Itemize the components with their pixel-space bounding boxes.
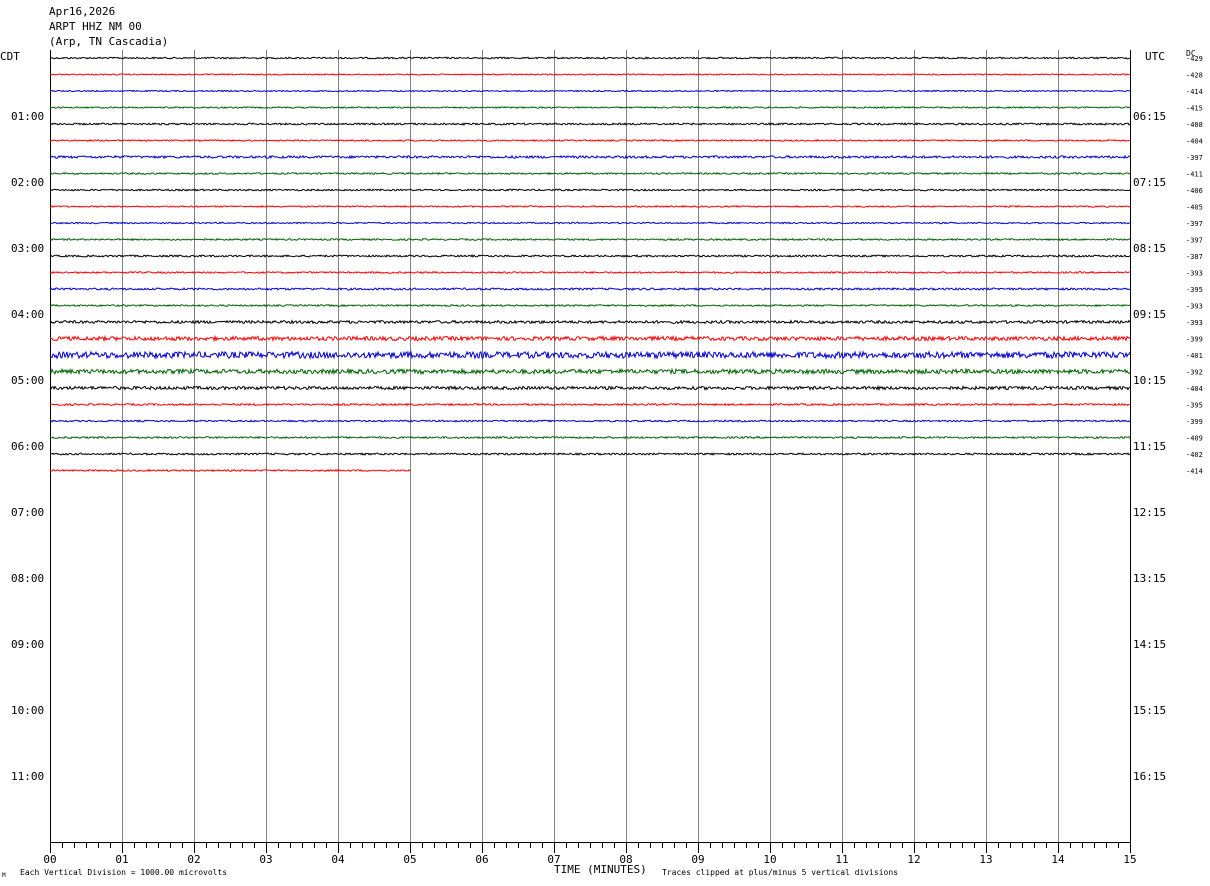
dc-offset-label: -402 [1186, 451, 1203, 459]
seismic-trace [50, 221, 1131, 225]
dc-offset-label: -392 [1186, 369, 1203, 377]
left-hour-label: 07:00 [11, 506, 44, 519]
seismic-trace [49, 419, 1131, 423]
dc-offset-label: -404 [1186, 385, 1203, 393]
dc-offset-label: -405 [1186, 204, 1203, 212]
seismic-trace [49, 254, 1131, 258]
seismogram-plot: 00 01 02 03 04 05 06 07 08 09 10 11 12 13 14 1501:0002:… [11, 50, 1203, 866]
dc-offset-label: -409 [1186, 435, 1203, 443]
left-hour-label: 02:00 [11, 176, 44, 189]
x-tick-label: 00 [43, 853, 56, 866]
right-hour-label: 15:15 [1133, 704, 1166, 717]
left-hour-label: 11:00 [11, 770, 44, 783]
seismic-trace [49, 287, 1131, 292]
dc-offset-label: -397 [1186, 220, 1203, 228]
left-hour-label: 08:00 [11, 572, 44, 585]
x-tick-label: 03 [259, 853, 272, 866]
dc-offset-label: -397 [1186, 154, 1203, 162]
seismic-trace [49, 106, 1131, 109]
dc-offset-label: -404 [1186, 138, 1203, 146]
seismic-trace [49, 319, 1131, 325]
x-tick-label: 06 [475, 853, 488, 866]
seismic-trace [49, 334, 1131, 343]
x-tick-label: 13 [979, 853, 992, 866]
dc-offset-label: -395 [1186, 286, 1203, 294]
x-tick-label: 11 [835, 853, 848, 866]
seismic-trace [49, 350, 1131, 360]
right-hour-label: 10:15 [1133, 374, 1166, 387]
scale-note: Each Vertical Division = 1000.00 microvo… [20, 868, 228, 877]
dc-offset-label: -411 [1186, 171, 1203, 179]
right-hour-label: 14:15 [1133, 638, 1166, 651]
seismic-trace [49, 205, 1131, 209]
seismic-trace [49, 237, 1131, 242]
dc-offset-label: -393 [1186, 303, 1203, 311]
seismic-trace [49, 303, 1131, 308]
dc-offset-label: -393 [1186, 319, 1203, 327]
right-hour-label: 11:15 [1133, 440, 1166, 453]
x-tick-label: 10 [763, 853, 776, 866]
dc-offset-label: -406 [1186, 187, 1203, 195]
right-hour-label: 16:15 [1133, 770, 1166, 783]
right-hour-label: 08:15 [1133, 242, 1166, 255]
x-tick-label: 04 [331, 853, 345, 866]
right-hour-label: 06:15 [1133, 110, 1166, 123]
seismic-trace [49, 171, 1131, 176]
seismic-trace [49, 468, 411, 473]
left-hour-label: 09:00 [11, 638, 44, 651]
dc-offset-label: -397 [1186, 237, 1203, 245]
right-hour-label: 07:15 [1133, 176, 1166, 189]
dc-offset-label: -429 [1186, 55, 1203, 63]
seismic-trace [49, 188, 1131, 192]
seismic-trace [49, 56, 1131, 60]
right-hour-label: 09:15 [1133, 308, 1166, 321]
seismic-trace [49, 270, 1131, 275]
clip-note: Traces clipped at plus/minus 5 vertical … [662, 868, 899, 877]
right-hour-label: 12:15 [1133, 506, 1166, 519]
x-tick-label: 01 [115, 853, 128, 866]
left-hour-label: 04:00 [11, 308, 44, 321]
left-hour-label: 06:00 [11, 440, 44, 453]
x-tick-label: 02 [187, 853, 200, 866]
x-tick-label: 09 [691, 853, 704, 866]
seismic-trace [49, 73, 1131, 76]
x-axis-title: TIME (MINUTES) [554, 863, 647, 876]
left-hour-label: 10:00 [11, 704, 44, 717]
seismic-trace [49, 367, 1131, 376]
dc-offset-label: -393 [1186, 270, 1203, 278]
dc-offset-label: -401 [1186, 352, 1203, 360]
seismic-trace [49, 138, 1131, 142]
left-hour-label: 01:00 [11, 110, 44, 123]
dc-offset-label: -395 [1186, 402, 1203, 410]
seismic-trace [49, 435, 1131, 440]
left-hour-label: 05:00 [11, 374, 44, 387]
corner-mark: M [2, 872, 6, 879]
dc-offset-label: -415 [1186, 105, 1203, 113]
x-tick-label: 15 [1123, 853, 1136, 866]
x-tick-label: 14 [1051, 853, 1065, 866]
seismic-trace [49, 89, 1131, 93]
dc-offset-label: -414 [1186, 468, 1203, 476]
seismic-trace [49, 122, 1131, 126]
seismic-trace [49, 154, 1131, 160]
dc-offset-label: -387 [1186, 253, 1203, 261]
dc-offset-label: -428 [1186, 72, 1203, 80]
dc-offset-label: -408 [1186, 121, 1203, 129]
dc-offset-label: -399 [1186, 418, 1203, 426]
seismic-trace [49, 384, 1131, 392]
dc-offset-label: -399 [1186, 336, 1203, 344]
left-hour-label: 03:00 [11, 242, 44, 255]
x-tick-label: 05 [403, 853, 416, 866]
x-tick-label: 12 [907, 853, 920, 866]
seismic-trace [49, 402, 1131, 407]
dc-offset-label: -414 [1186, 88, 1203, 96]
seismic-trace [49, 452, 1131, 456]
right-hour-label: 13:15 [1133, 572, 1166, 585]
